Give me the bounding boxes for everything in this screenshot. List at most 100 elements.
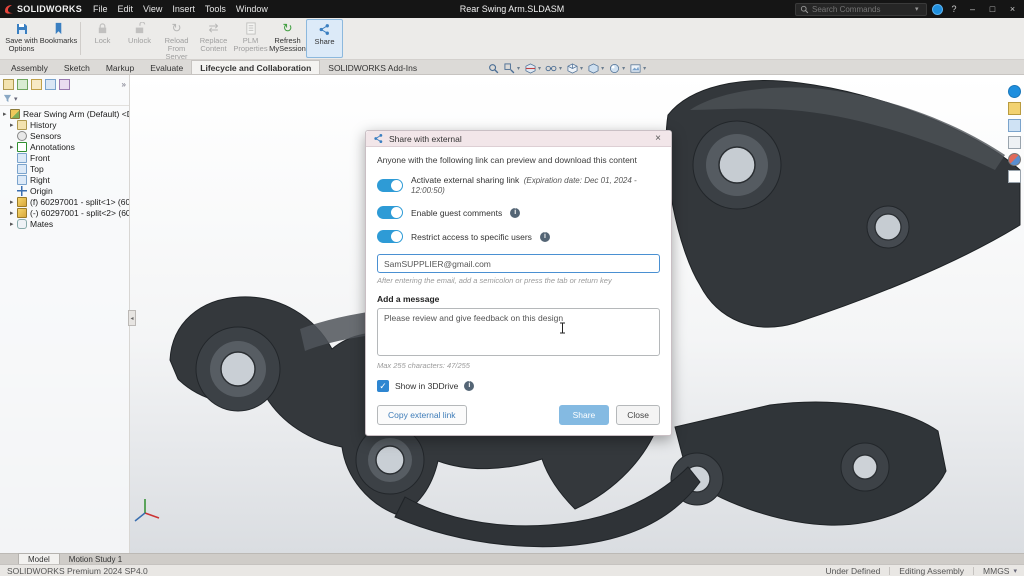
- share-button[interactable]: Share: [559, 405, 610, 425]
- guest-comments-info-icon[interactable]: i: [510, 208, 520, 218]
- plm-properties-button[interactable]: PLM Properties: [232, 19, 269, 58]
- replace-content-button[interactable]: ⇄ Replace Content: [195, 19, 232, 58]
- toggle-row-guest-comments: Enable guest comments i: [377, 206, 660, 219]
- expand-caret-icon[interactable]: ▸: [3, 110, 10, 118]
- configurationmanager-tab-icon[interactable]: [31, 79, 42, 90]
- minimize-button[interactable]: –: [965, 4, 980, 14]
- tree-item-mates[interactable]: ▸ Mates: [0, 218, 129, 229]
- filter-funnel-icon[interactable]: [3, 94, 12, 103]
- units-caret-icon[interactable]: ▾: [1013, 567, 1017, 575]
- help-icon[interactable]: ?: [948, 4, 960, 14]
- tab-assembly[interactable]: Assembly: [3, 61, 56, 74]
- view-orientation-icon[interactable]: [587, 62, 599, 74]
- menu-file[interactable]: File: [88, 4, 113, 14]
- search-input[interactable]: [812, 5, 912, 14]
- zoom-area-icon[interactable]: [503, 62, 515, 74]
- expand-caret-icon[interactable]: ▸: [10, 198, 17, 206]
- hide-show-items-icon[interactable]: [545, 62, 557, 74]
- scene-icon[interactable]: [629, 62, 641, 74]
- restrict-access-info-icon[interactable]: i: [540, 232, 550, 242]
- expand-caret-icon[interactable]: ▸: [10, 220, 17, 228]
- show-in-3ddrive-checkbox[interactable]: ✓: [377, 380, 389, 392]
- tab-motion-study-1[interactable]: Motion Study 1: [60, 554, 131, 564]
- tab-lifecycle-and-collaboration[interactable]: Lifecycle and Collaboration: [191, 60, 320, 74]
- appearances-icon[interactable]: [608, 62, 620, 74]
- menu-edit[interactable]: Edit: [113, 4, 139, 14]
- dialog-close-icon[interactable]: ×: [652, 133, 664, 144]
- expand-caret-icon[interactable]: ▸: [10, 143, 17, 151]
- tree-item-annotations[interactable]: ▸ Annotations: [0, 141, 129, 152]
- panel-expand-chevron-icon[interactable]: »: [122, 80, 126, 89]
- tab-solidworks-add-ins[interactable]: SOLIDWORKS Add-Ins: [320, 61, 425, 74]
- activate-link-toggle[interactable]: [377, 179, 403, 192]
- command-search[interactable]: ▾: [795, 3, 927, 16]
- tab-sketch[interactable]: Sketch: [56, 61, 98, 74]
- menu-insert[interactable]: Insert: [167, 4, 200, 14]
- expand-caret-icon[interactable]: ▸: [10, 209, 17, 217]
- unlock-button[interactable]: Unlock: [121, 19, 158, 58]
- section-caret-icon[interactable]: ▾: [538, 65, 541, 72]
- scene-caret-icon[interactable]: ▾: [643, 65, 646, 72]
- tree-item-component-2[interactable]: ▸ (-) 60297001 - split<2> (60297002) <D: [0, 207, 129, 218]
- maximize-button[interactable]: □: [985, 4, 1000, 14]
- model-motion-tabs: Model Motion Study 1: [0, 553, 1024, 564]
- user-avatar[interactable]: [932, 4, 943, 15]
- sensors-icon: [17, 131, 27, 141]
- units-selector[interactable]: MMGS: [983, 566, 1009, 576]
- tree-item-history[interactable]: ▸ History: [0, 119, 129, 130]
- dimxpertmanager-tab-icon[interactable]: [45, 79, 56, 90]
- tree-item-root[interactable]: ▸ Rear Swing Arm (Default) <Default_Disp…: [0, 108, 129, 119]
- panel-collapse-handle[interactable]: ◂: [128, 310, 136, 326]
- tree-item-front-plane[interactable]: Front: [0, 152, 129, 163]
- lock-button[interactable]: Lock: [84, 19, 121, 58]
- tree-item-sensors[interactable]: Sensors: [0, 130, 129, 141]
- tree-item-component-1[interactable]: ▸ (f) 60297001 - split<1> (60297001) <D: [0, 196, 129, 207]
- propertymanager-tab-icon[interactable]: [17, 79, 28, 90]
- zoom-caret-icon[interactable]: ▾: [517, 65, 520, 72]
- guest-comments-toggle[interactable]: [377, 206, 403, 219]
- taskpane-custom-properties-icon[interactable]: [1008, 170, 1021, 183]
- menu-tools[interactable]: Tools: [200, 4, 231, 14]
- taskpane-file-explorer-icon[interactable]: [1008, 119, 1021, 132]
- taskpane-appearances-icon[interactable]: [1008, 153, 1021, 166]
- copy-external-link-button[interactable]: Copy external link: [377, 405, 467, 425]
- message-textarea[interactable]: Please review and give feedback on this …: [377, 308, 660, 356]
- display-style-caret-icon[interactable]: ▾: [580, 65, 583, 72]
- featuremanager-tree-tab-icon[interactable]: [3, 79, 14, 90]
- tree-item-top-plane[interactable]: Top: [0, 163, 129, 174]
- view-orientation-caret-icon[interactable]: ▾: [601, 65, 604, 72]
- restrict-access-toggle[interactable]: [377, 230, 403, 243]
- display-style-icon[interactable]: [566, 62, 578, 74]
- titlebar: SOLIDWORKS File Edit View Insert Tools W…: [0, 0, 1024, 18]
- zoom-fit-icon[interactable]: [487, 62, 499, 74]
- bookmarks-button[interactable]: Bookmarks: [40, 19, 77, 58]
- tree-item-origin[interactable]: Origin: [0, 185, 129, 196]
- menu-view[interactable]: View: [138, 4, 167, 14]
- share-button-ribbon[interactable]: Share: [306, 19, 343, 58]
- taskpane-design-library-icon[interactable]: [1008, 102, 1021, 115]
- tab-markup[interactable]: Markup: [98, 61, 142, 74]
- close-button[interactable]: Close: [616, 405, 660, 425]
- tab-model[interactable]: Model: [18, 553, 60, 564]
- save-with-options-button[interactable]: Save with Options: [3, 19, 40, 58]
- close-window-button[interactable]: ×: [1005, 4, 1020, 14]
- hide-show-caret-icon[interactable]: ▾: [559, 65, 562, 72]
- refresh-mysession-button[interactable]: ↻ Refresh MySession: [269, 19, 306, 58]
- dialog-header[interactable]: Share with external ×: [366, 131, 671, 147]
- filter-caret-icon[interactable]: ▾: [14, 95, 18, 103]
- appearances-caret-icon[interactable]: ▾: [622, 65, 625, 72]
- reload-from-server-button[interactable]: ↻ Reload From Server: [158, 19, 195, 58]
- 3ddrive-info-icon[interactable]: i: [464, 381, 474, 391]
- search-dropdown-caret-icon[interactable]: ▾: [915, 5, 919, 13]
- taskpane-3dexperience-icon[interactable]: [1008, 85, 1021, 98]
- document-properties-icon: [243, 21, 258, 36]
- graphics-area[interactable]: » ▾ ▸ Rear Swing Arm (Default) <Default_…: [0, 75, 1024, 553]
- expand-caret-icon[interactable]: ▸: [10, 121, 17, 129]
- taskpane-view-palette-icon[interactable]: [1008, 136, 1021, 149]
- tree-item-right-plane[interactable]: Right: [0, 174, 129, 185]
- displaymanager-tab-icon[interactable]: [59, 79, 70, 90]
- tab-evaluate[interactable]: Evaluate: [142, 61, 191, 74]
- section-view-icon[interactable]: [524, 62, 536, 74]
- email-field[interactable]: [377, 254, 660, 273]
- menu-window[interactable]: Window: [231, 4, 273, 14]
